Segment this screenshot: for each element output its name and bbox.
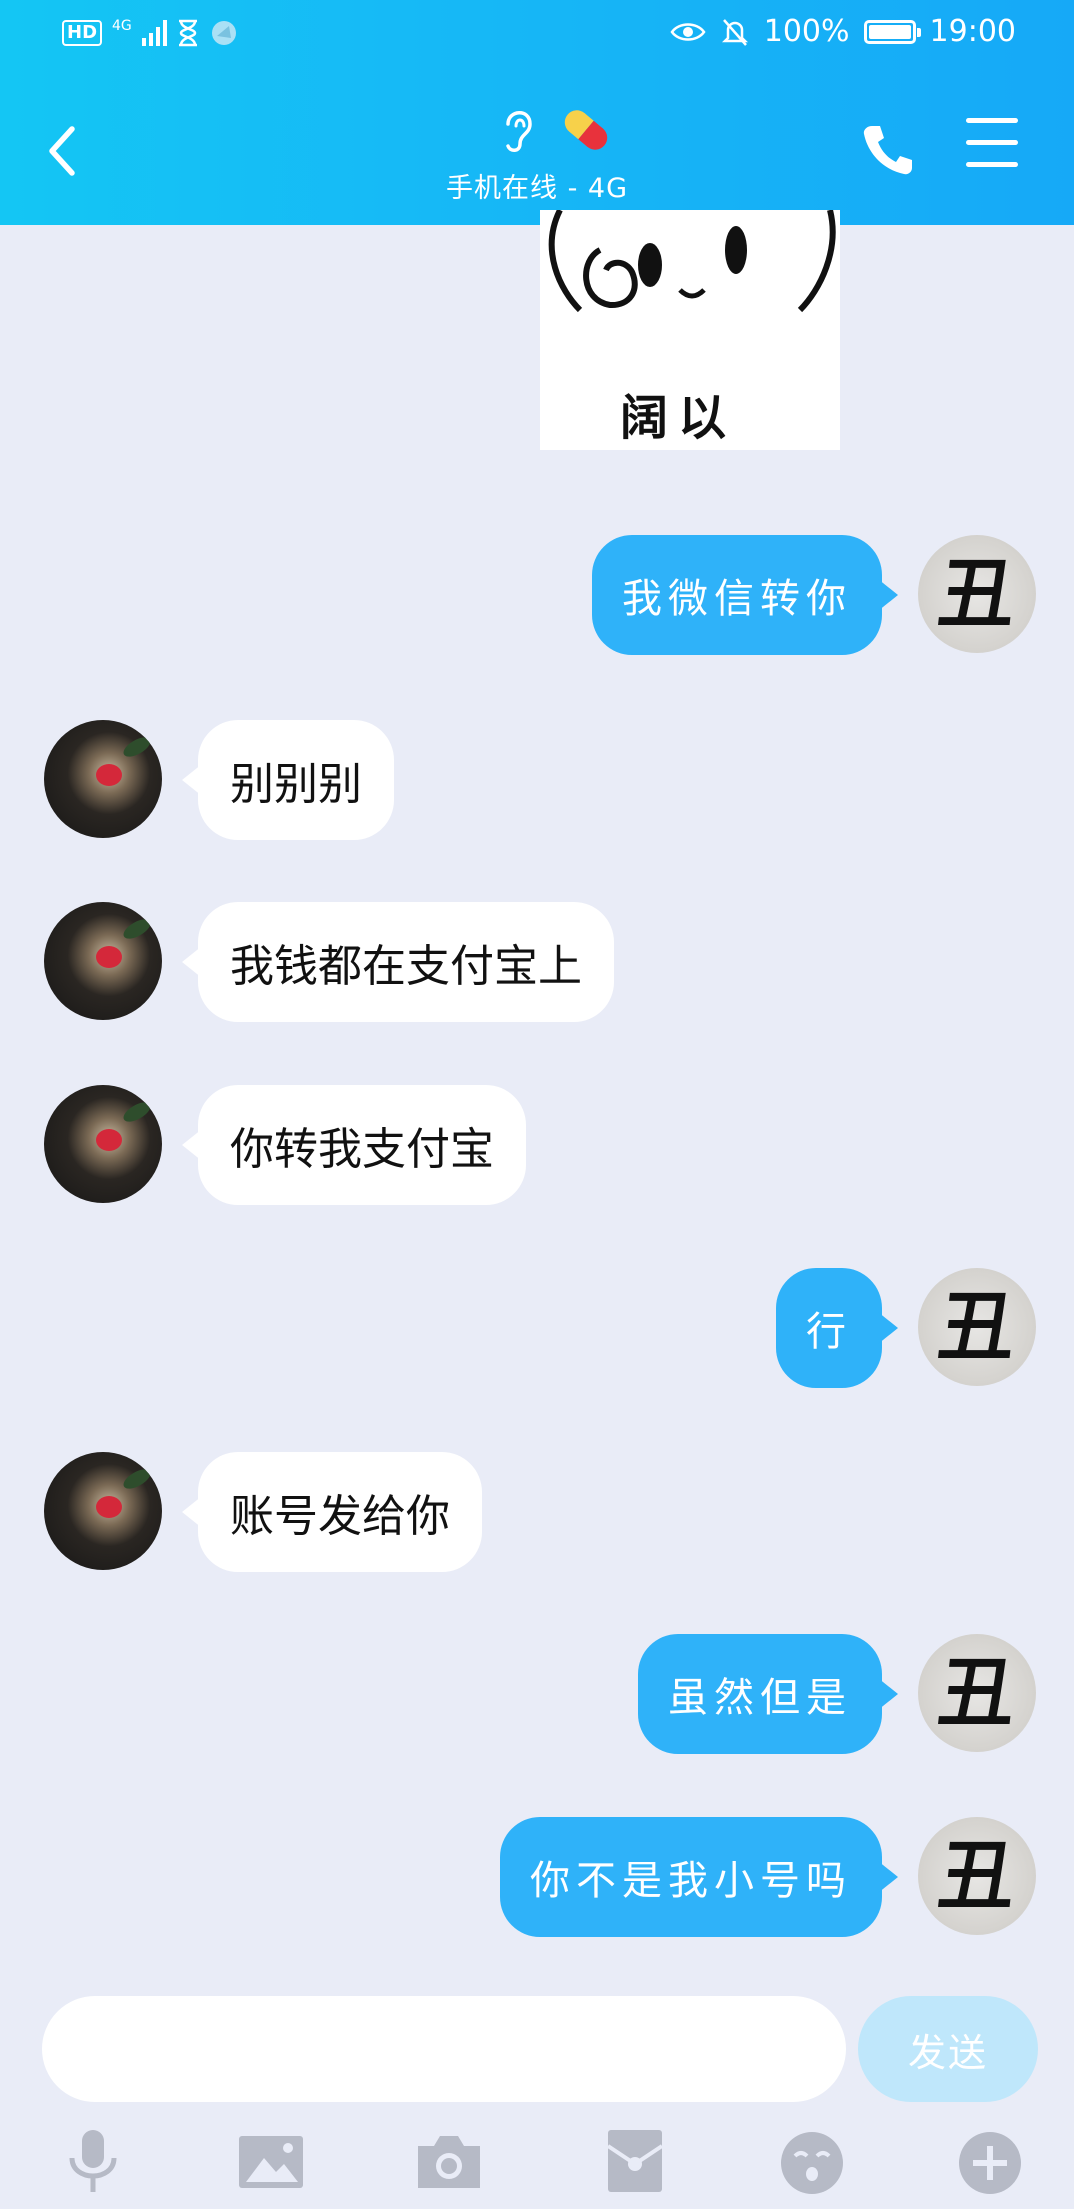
message-text: 你不是我小号吗 [530,1858,852,1904]
message-bubble-received[interactable]: 你转我支付宝 [182,1085,526,1205]
message-text: 我钱都在支付宝上 [230,941,582,992]
my-avatar[interactable]: 丑 [918,1268,1036,1386]
message-text: 我微信转你 [622,576,852,622]
contact-avatar[interactable] [44,720,162,838]
message-bubble-received[interactable]: 别别别 [182,720,394,840]
network-type: 4G [112,18,132,34]
message-bubble-sent[interactable]: 我微信转你 [592,535,898,655]
pill-icon [564,110,608,150]
emoji-icon[interactable] [777,2126,847,2196]
message-text: 你转我支付宝 [230,1124,494,1175]
image-icon[interactable] [236,2126,306,2196]
message-bubble-sent[interactable]: 你不是我小号吗 [500,1817,898,1937]
battery-icon [863,19,921,44]
clock: 19:00 [929,14,1016,49]
message-bubble-sent[interactable]: 行 [776,1268,898,1388]
avatar-glyph: 丑 [934,1282,1020,1371]
avatar-glyph: 丑 [934,1648,1020,1737]
message-text: 行 [806,1309,852,1355]
message-input[interactable] [42,1996,846,2102]
message-text: 虽然但是 [668,1675,852,1721]
ear-icon [506,111,532,152]
send-button[interactable]: 发送 [858,1996,1038,2102]
message-text: 别别别 [230,759,362,810]
message-bubble-received[interactable]: 账号发给你 [182,1452,482,1572]
contact-avatar[interactable] [44,902,162,1020]
app-notification-icon [211,21,236,45]
message-bubble-received[interactable]: 我钱都在支付宝上 [182,902,614,1022]
my-avatar[interactable]: 丑 [918,1817,1036,1935]
my-avatar[interactable]: 丑 [918,1634,1036,1752]
sticker-caption: 阔以 [620,390,737,446]
my-avatar[interactable]: 丑 [918,535,1036,653]
voice-call-button[interactable] [858,120,918,180]
hd-indicator: HD [62,20,103,46]
battery-percent: 100% [763,14,850,49]
contact-avatar[interactable] [44,1452,162,1570]
chat-header: HD 4G 100% 19:00 手机在线 - 4G [0,0,1074,225]
microphone-icon[interactable] [58,2126,128,2196]
status-bar: HD 4G 100% 19:00 [0,0,1074,72]
avatar-glyph: 丑 [934,1831,1020,1920]
menu-button[interactable] [966,118,1026,178]
plus-icon[interactable] [955,2126,1025,2196]
camera-icon[interactable] [414,2126,484,2196]
avatar-glyph: 丑 [934,549,1020,638]
message-text: 账号发给你 [230,1491,450,1542]
input-toolbar [0,2120,1074,2209]
message-bubble-sent[interactable]: 虽然但是 [638,1634,898,1754]
eye-icon [670,22,706,41]
hourglass-icon [178,19,197,47]
mute-bell-icon [721,18,748,46]
phone-icon [863,126,912,175]
red-packet-icon[interactable] [600,2126,670,2196]
signal-icon [141,20,167,46]
hamburger-icon [966,118,1026,167]
contact-avatar[interactable] [44,1085,162,1203]
